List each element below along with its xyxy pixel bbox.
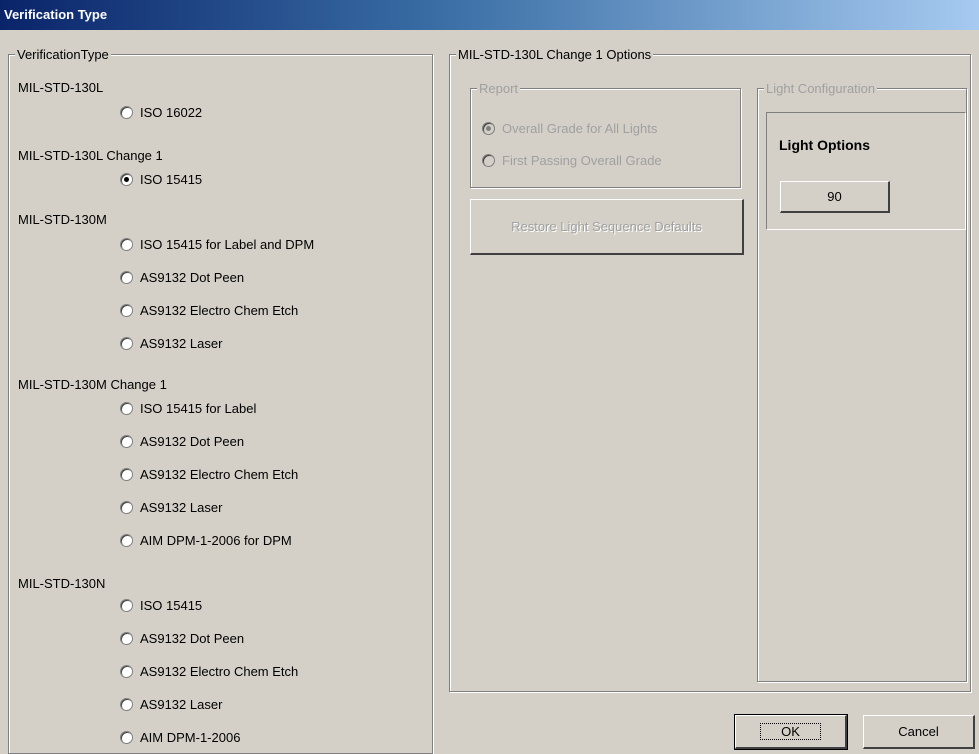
radio-130m-c1-iso-15415-label[interactable]: ISO 15415 for Label: [120, 401, 256, 416]
radio-dot: [120, 106, 133, 119]
cancel-button-label: Cancel: [898, 724, 939, 739]
options-group-legend: MIL-STD-130L Change 1 Options: [456, 47, 654, 62]
ok-button-label: OK: [760, 723, 821, 740]
radio-label: AS9132 Dot Peen: [140, 270, 245, 285]
radio-dot: [120, 238, 133, 251]
radio-dot: [120, 501, 133, 514]
restore-button-label: Restore Light Sequence Defaults: [511, 219, 702, 234]
radio-130l-iso-16022[interactable]: ISO 16022: [120, 105, 202, 120]
section-label-mil-std-130n: MIL-STD-130N: [18, 576, 106, 591]
radio-dot: [120, 304, 133, 317]
radio-130m-as9132-laser[interactable]: AS9132 Laser: [120, 336, 222, 351]
radio-label: AIM DPM-1-2006: [140, 730, 241, 745]
radio-label: ISO 16022: [140, 105, 203, 120]
light-configuration-legend: Light Configuration: [764, 81, 878, 96]
cancel-button[interactable]: Cancel: [863, 715, 975, 749]
verification-type-legend: VerificationType: [15, 47, 111, 62]
radio-label: AS9132 Dot Peen: [140, 434, 245, 449]
light-options-heading: Light Options: [779, 137, 870, 153]
section-label-mil-std-130l: MIL-STD-130L: [18, 80, 104, 95]
restore-light-sequence-defaults-button[interactable]: Restore Light Sequence Defaults: [470, 199, 744, 255]
radio-130n-as9132-electro-chem-etch[interactable]: AS9132 Electro Chem Etch: [120, 664, 298, 679]
radio-label: ISO 15415 for Label and DPM: [140, 237, 315, 252]
light-value-label: 90: [827, 189, 842, 204]
radio-dot: [120, 468, 133, 481]
radio-130m-c1-as9132-laser[interactable]: AS9132 Laser: [120, 500, 222, 515]
radio-130m-c1-as9132-dot-peen[interactable]: AS9132 Dot Peen: [120, 434, 244, 449]
window-titlebar[interactable]: Verification Type: [0, 0, 979, 30]
ok-button[interactable]: OK: [734, 714, 848, 750]
radio-first-passing-overall-grade[interactable]: First Passing Overall Grade: [482, 153, 662, 168]
radio-dot: [120, 665, 133, 678]
radio-130n-as9132-dot-peen[interactable]: AS9132 Dot Peen: [120, 631, 244, 646]
radio-label: Overall Grade for All Lights: [502, 121, 658, 136]
report-legend: Report: [477, 81, 521, 96]
radio-130m-c1-as9132-electro-chem-etch[interactable]: AS9132 Electro Chem Etch: [120, 467, 298, 482]
radio-130m-c1-aim-dpm-1-2006-for-dpm[interactable]: AIM DPM-1-2006 for DPM: [120, 533, 292, 548]
radio-130n-iso-15415[interactable]: ISO 15415: [120, 598, 202, 613]
radio-dot: [120, 534, 133, 547]
radio-dot-checked: [482, 122, 495, 135]
radio-label: ISO 15415: [140, 598, 203, 613]
radio-dot: [120, 632, 133, 645]
radio-130m-iso-15415-label-dpm[interactable]: ISO 15415 for Label and DPM: [120, 237, 314, 252]
radio-label: ISO 15415: [140, 172, 203, 187]
radio-dot: [482, 154, 495, 167]
radio-label: AS9132 Electro Chem Etch: [140, 467, 299, 482]
radio-dot-checked: [120, 173, 133, 186]
light-value-button[interactable]: 90: [780, 181, 890, 213]
radio-dot: [120, 698, 133, 711]
section-label-mil-std-130l-change-1: MIL-STD-130L Change 1: [18, 148, 163, 163]
radio-130l-c1-iso-15415[interactable]: ISO 15415: [120, 172, 202, 187]
window-title: Verification Type: [4, 7, 108, 22]
radio-label: ISO 15415 for Label: [140, 401, 257, 416]
radio-label: AS9132 Electro Chem Etch: [140, 303, 299, 318]
radio-130m-as9132-dot-peen[interactable]: AS9132 Dot Peen: [120, 270, 244, 285]
radio-130n-aim-dpm-1-2006[interactable]: AIM DPM-1-2006: [120, 730, 240, 745]
radio-dot: [120, 731, 133, 744]
report-group: Report: [470, 81, 741, 188]
radio-dot: [120, 435, 133, 448]
radio-dot: [120, 402, 133, 415]
radio-label: AS9132 Laser: [140, 500, 223, 515]
radio-label: AIM DPM-1-2006 for DPM: [140, 533, 292, 548]
section-label-mil-std-130m-change-1: MIL-STD-130M Change 1: [18, 377, 167, 392]
radio-label: AS9132 Laser: [140, 336, 223, 351]
radio-dot: [120, 337, 133, 350]
radio-label: AS9132 Laser: [140, 697, 223, 712]
radio-dot: [120, 599, 133, 612]
radio-dot: [120, 271, 133, 284]
section-label-mil-std-130m: MIL-STD-130M: [18, 212, 107, 227]
radio-overall-grade-all-lights[interactable]: Overall Grade for All Lights: [482, 121, 657, 136]
radio-130m-as9132-electro-chem-etch[interactable]: AS9132 Electro Chem Etch: [120, 303, 298, 318]
radio-label: AS9132 Electro Chem Etch: [140, 664, 299, 679]
radio-label: AS9132 Dot Peen: [140, 631, 245, 646]
radio-label: First Passing Overall Grade: [502, 153, 662, 168]
radio-130n-as9132-laser[interactable]: AS9132 Laser: [120, 697, 222, 712]
